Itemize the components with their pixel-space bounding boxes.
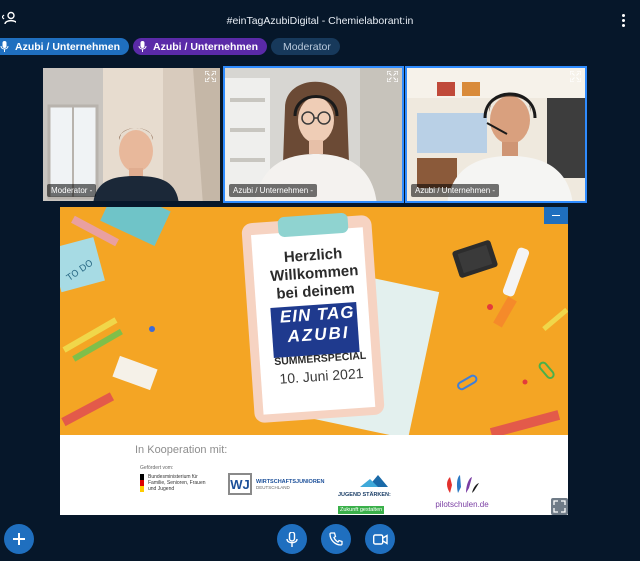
audio-button[interactable] — [321, 524, 351, 554]
expand-icon[interactable] — [570, 71, 581, 82]
ministry-name: Bundesministerium für Familie, Senioren,… — [148, 474, 206, 492]
pilotschulen-logo: pilotschulen.de — [432, 473, 492, 509]
talking-pill[interactable]: Moderator — [271, 38, 340, 55]
camera-button[interactable] — [365, 524, 395, 554]
ministry-label: Gefördert vom: — [140, 465, 174, 471]
video-tile[interactable]: Azubi / Unternehmen - — [223, 66, 404, 203]
talking-pill[interactable]: Azubi / Unternehmen — [0, 38, 130, 55]
meeting-title: #einTagAzubiDigital - Chemielaborant:in — [226, 15, 414, 27]
phone-icon — [329, 532, 343, 546]
microphone-icon — [286, 531, 298, 547]
bottom-action-bar — [0, 518, 640, 561]
presentation-area: TO DO Herzlich Willkommen bei deinem EIN… — [60, 207, 568, 515]
wj-mark-icon: WJ — [228, 473, 252, 495]
video-camera-icon — [372, 533, 388, 545]
talking-indicator-bar: Azubi / Unternehmen Azubi / Unternehmen … — [0, 38, 340, 55]
plus-icon — [13, 533, 25, 545]
microphone-icon — [0, 41, 9, 52]
minimize-presentation-button[interactable] — [544, 207, 568, 224]
youth-title: JUGEND STÄRKEN: — [338, 492, 391, 498]
wj-subtitle: DEUTSCHLAND — [256, 484, 290, 490]
participant-label: Azubi / Unternehmen - — [229, 184, 318, 197]
expand-icon[interactable] — [205, 71, 216, 82]
participant-label: Azubi / Unternehmen - — [411, 184, 500, 197]
flag-icon — [140, 474, 144, 492]
jugend-staerken-logo: JUGEND STÄRKEN: Zukunft gestalten — [338, 473, 400, 515]
options-menu-icon[interactable] — [622, 14, 626, 28]
talking-pill-label: Azubi / Unternehmen — [153, 40, 259, 53]
microphone-icon — [138, 41, 147, 52]
welcome-text-block: Herzlich Willkommen bei deinem EIN TAG A… — [254, 243, 381, 387]
cooperation-label: In Kooperation mit: — [135, 444, 228, 456]
ministry-logo: Gefördert vom: Bundesministerium für Fam… — [140, 465, 215, 492]
video-tile[interactable]: Azubi / Unternehmen - — [405, 66, 587, 203]
fullscreen-icon[interactable] — [551, 498, 568, 515]
expand-icon[interactable] — [387, 71, 398, 82]
youth-subtitle: Zukunft gestalten — [338, 506, 385, 514]
talking-pill-label: Moderator — [283, 40, 331, 53]
minus-icon — [552, 214, 560, 217]
video-feed — [43, 68, 220, 201]
video-feed — [225, 68, 402, 201]
handprint-icon — [447, 475, 479, 493]
top-bar: #einTagAzubiDigital - Chemielaborant:in — [0, 0, 640, 38]
cooperation-strip: In Kooperation mit: Gefördert vom: Bunde… — [60, 435, 568, 515]
video-tile[interactable]: Moderator - — [41, 66, 222, 203]
video-feed — [407, 68, 585, 201]
wj-title: WIRTSCHAFTSJUNIOREN — [256, 478, 325, 485]
talking-pill-label: Azubi / Unternehmen — [15, 40, 121, 53]
actions-button[interactable] — [4, 524, 34, 554]
microphone-button[interactable] — [277, 524, 307, 554]
wj-logo: WJ WIRTSCHAFTSJUNIOREN DEUTSCHLAND — [228, 473, 328, 495]
pilotschulen-text: pilotschulen.de — [435, 500, 489, 509]
participant-label: Moderator - — [47, 184, 97, 197]
talking-pill[interactable]: Azubi / Unternehmen — [133, 38, 268, 55]
mountain-icon — [360, 475, 388, 487]
